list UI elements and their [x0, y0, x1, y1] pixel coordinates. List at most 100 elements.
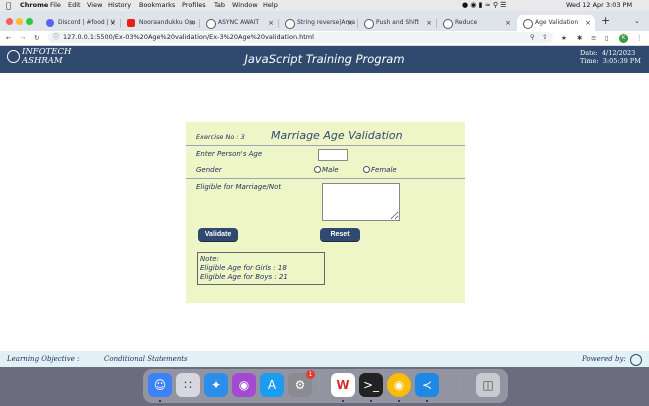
share-icon[interactable]: ⇧ — [542, 32, 547, 43]
address-bar-row: ← → ↻ ⓘ 127.0.0.1:5500/Ex-03%20Age%20val… — [0, 31, 649, 46]
date-time-panel: Date: 4/12/2023 Time: 3:05:39 PM — [580, 49, 641, 65]
youtube-icon — [127, 19, 135, 27]
podcasts-icon[interactable]: ◉ — [232, 373, 256, 397]
page-footer: Learning Objective : Conditional Stateme… — [0, 351, 649, 367]
divider — [186, 145, 465, 146]
menu-bookmarks[interactable]: Bookmarks — [139, 0, 175, 11]
chrome-icon[interactable]: ◉ — [387, 373, 411, 397]
globe-icon — [523, 19, 533, 29]
app-header: INFOTECH ASHRAM JavaScript Training Prog… — [0, 46, 649, 73]
menu-edit[interactable]: Edit — [68, 0, 81, 11]
note-boys: Eligible Age for Boys : 21 — [200, 273, 288, 281]
female-radio[interactable] — [363, 166, 370, 173]
tab-reduce[interactable]: Reduce × — [437, 15, 515, 31]
reset-button[interactable]: Reset — [320, 228, 360, 241]
tab-label: Age Validation — [535, 19, 579, 26]
menu-tab[interactable]: Tab — [214, 0, 225, 11]
url-box[interactable]: ⓘ 127.0.0.1:5500/Ex-03%20Age%20validatio… — [48, 32, 553, 43]
tab-label: Nooraandukku Oru — [139, 19, 196, 26]
launchpad-icon[interactable]: ∷ — [176, 373, 200, 397]
tab-discord[interactable]: Discord | #food | V × — [40, 15, 120, 31]
note-girls: Eligible Age for Girls : 18 — [200, 264, 287, 272]
reload-icon[interactable]: ↻ — [34, 31, 39, 45]
side-panel-icon[interactable]: ▯ — [605, 31, 609, 45]
extensions-icon[interactable]: ✱ — [577, 31, 582, 45]
mac-dock: ☺ ∷ ✦ ◉ A ⚙ 1 W >_ ◉ ≺ ◫ — [0, 367, 649, 406]
kebab-menu-icon[interactable]: ⋮ — [636, 31, 643, 45]
form-heading: Marriage Age Validation — [271, 129, 403, 142]
menu-profiles[interactable]: Profiles — [182, 0, 206, 11]
divider — [186, 178, 465, 179]
reading-list-icon[interactable]: ≡ — [591, 31, 596, 45]
female-label: Female — [371, 166, 397, 174]
url-text[interactable]: 127.0.0.1:5500/Ex-03%20Age%20validation/… — [63, 32, 314, 43]
vscode-icon[interactable]: ≺ — [415, 373, 439, 397]
close-window-icon[interactable] — [6, 18, 13, 25]
zoom-icon[interactable]: ⚲ — [530, 32, 535, 43]
close-tab-icon[interactable]: × — [110, 15, 116, 31]
globe-icon — [364, 19, 374, 29]
site-info-icon[interactable]: ⓘ — [53, 32, 59, 43]
menu-app-name[interactable]: Chrome — [20, 0, 48, 11]
globe-icon — [206, 19, 216, 29]
tab-youtube[interactable]: Nooraandukku Oru × — [121, 15, 199, 31]
objective-value: Conditional Statements — [104, 355, 188, 363]
wps-office-icon[interactable]: W — [331, 373, 355, 397]
close-tab-icon[interactable]: × — [585, 15, 591, 31]
male-radio[interactable] — [314, 166, 321, 173]
app-store-icon[interactable]: A — [260, 373, 284, 397]
menubar-clock[interactable]: Wed 12 Apr 3:03 PM — [566, 0, 632, 11]
tab-async-await[interactable]: ASYNC AWAIT × — [200, 15, 278, 31]
note-title: Note: — [200, 255, 219, 263]
globe-icon — [285, 19, 295, 29]
trash-icon[interactable]: ◫ — [476, 373, 500, 397]
bookmark-star-icon[interactable]: ★ — [561, 31, 567, 45]
apple-icon[interactable]:  — [6, 0, 11, 11]
tab-push-shift[interactable]: Push and Shift × — [358, 15, 436, 31]
age-label: Enter Person's Age — [196, 150, 263, 158]
validate-button[interactable]: Validate — [198, 228, 238, 241]
dock-divider — [319, 375, 320, 397]
mac-menubar:  Chrome File Edit View History Bookmark… — [0, 0, 649, 11]
close-tab-icon[interactable]: × — [347, 15, 353, 31]
close-tab-icon[interactable]: × — [426, 15, 432, 31]
dock-divider — [460, 375, 461, 397]
objective-label: Learning Objective : — [7, 355, 80, 363]
tab-label: Reduce — [455, 19, 478, 26]
time-value: 3:05:39 PM — [602, 57, 641, 65]
forward-icon[interactable]: → — [20, 31, 25, 45]
minimize-window-icon[interactable] — [16, 18, 23, 25]
close-tab-icon[interactable]: × — [268, 15, 274, 31]
menu-history[interactable]: History — [108, 0, 131, 11]
eligibility-label: Eligible for Marriage/Not — [196, 183, 282, 191]
globe-icon — [443, 19, 453, 29]
finder-icon[interactable]: ☺ — [148, 373, 172, 397]
close-tab-icon[interactable]: × — [189, 15, 195, 31]
notification-badge: 1 — [306, 370, 315, 379]
age-input[interactable] — [318, 149, 348, 161]
menu-view[interactable]: View — [87, 0, 102, 11]
date-value: 4/12/2023 — [601, 49, 636, 57]
tab-label: ASYNC AWAIT — [218, 19, 260, 26]
powered-by-logo-icon — [630, 354, 642, 366]
male-label: Male — [322, 166, 339, 174]
zoom-window-icon[interactable] — [26, 18, 33, 25]
safari-icon[interactable]: ✦ — [204, 373, 228, 397]
dock-shelf: ☺ ∷ ✦ ◉ A ⚙ 1 W >_ ◉ ≺ ◫ — [143, 369, 508, 403]
result-textarea[interactable] — [322, 183, 400, 221]
menu-help[interactable]: Help — [263, 0, 278, 11]
close-tab-icon[interactable]: × — [505, 15, 511, 31]
new-tab-icon[interactable]: + — [601, 14, 610, 27]
back-icon[interactable]: ← — [6, 31, 11, 45]
time-label: Time: — [580, 57, 599, 65]
tab-search-chevron-icon[interactable]: ⌄ — [634, 17, 640, 25]
page-title: JavaScript Training Program — [244, 52, 405, 66]
terminal-icon[interactable]: >_ — [359, 373, 383, 397]
tab-age-validation[interactable]: Age Validation × — [517, 15, 595, 31]
tab-string-reverse[interactable]: String reverse|Ama × — [279, 15, 357, 31]
note-box: Note: Eligible Age for Girls : 18 Eligib… — [197, 252, 325, 285]
profile-avatar[interactable]: K — [619, 34, 628, 43]
menu-file[interactable]: File — [50, 0, 61, 11]
menu-window[interactable]: Window — [232, 0, 258, 11]
exercise-number: Exercise No : 3 — [196, 133, 245, 141]
